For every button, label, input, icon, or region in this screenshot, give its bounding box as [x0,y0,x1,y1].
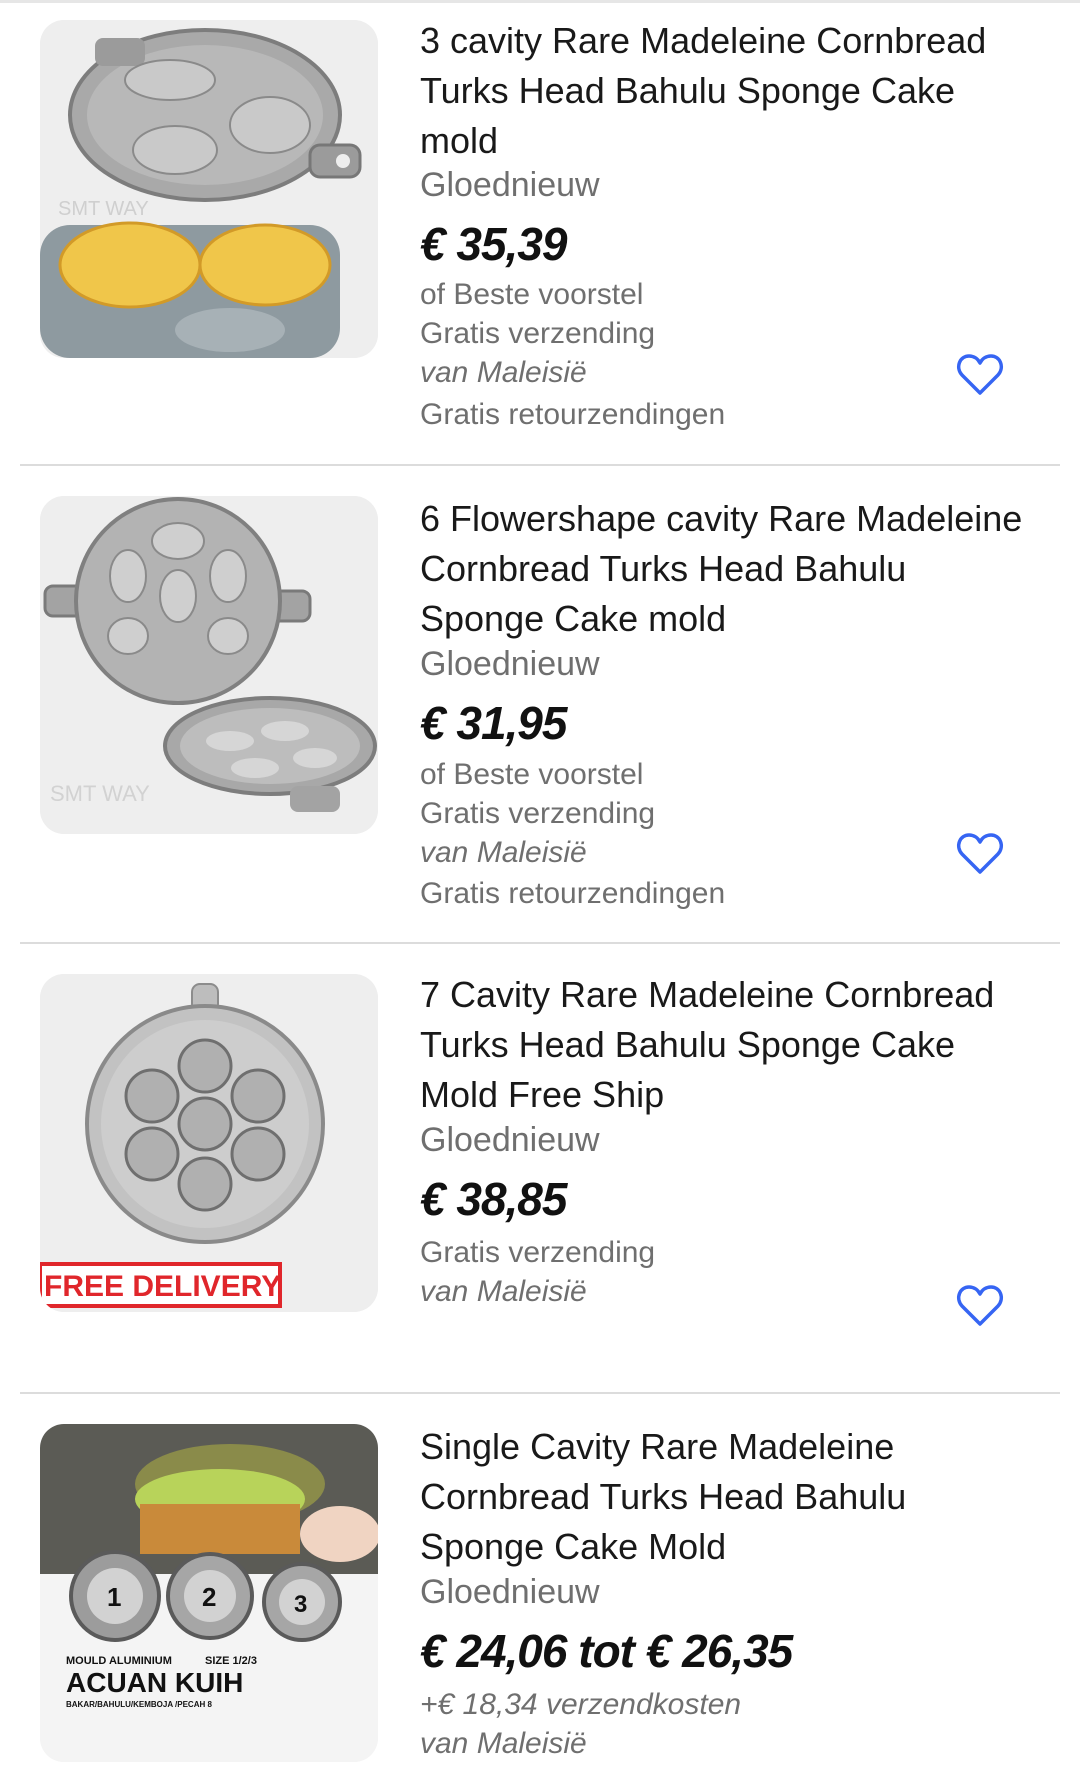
listing-price: € 31,95 [420,697,567,749]
heart-outline-icon [957,1285,1003,1326]
favorite-button[interactable] [956,1284,1004,1328]
product-image[interactable]: 1 2 3 MOULD ALUMINIUM SIZE 1/2/3 ACUAN K… [40,1424,378,1762]
heart-outline-icon [957,833,1003,874]
image-caption-sub: BAKAR/BAHULU/KEMBOJA /PECAH 8 [66,1700,212,1709]
size-number-3: 3 [294,1591,307,1618]
best-offer-label: of Beste voorstel [420,758,644,791]
listing-title[interactable]: 7 Cavity Rare Madeleine Cornbread Turks … [420,970,1030,1120]
shipping-label: Gratis verzending [420,317,656,350]
image-watermark: SMT WAY [58,198,149,220]
origin-label: van Maleisië [420,1727,587,1760]
image-watermark: SMT WAY [50,781,150,806]
shipping-label: Gratis verzending [420,797,656,830]
product-image[interactable]: SMT WAY [40,20,378,358]
listing-item[interactable]: FREE DELIVERY 7 Cavity Rare Madeleine Co… [0,944,1080,1392]
listing-item[interactable]: SMT WAY 6 Flowershape cavity Rare Madele… [0,466,1080,942]
mold-image-6-flower: SMT WAY [40,496,378,834]
origin-label: van Maleisië [420,1275,587,1308]
heart-outline-icon [957,354,1003,395]
listing-title[interactable]: 6 Flowershape cavity Rare Madeleine Corn… [420,494,1030,644]
shipping-cost-label: +€ 18,34 verzendkosten [420,1688,742,1721]
returns-label: Gratis retourzendingen [420,398,726,431]
origin-label: van Maleisië [420,356,587,389]
listing-condition: Gloednieuw [420,1573,600,1611]
image-caption-size: SIZE 1/2/3 [205,1655,257,1667]
favorite-button[interactable] [956,353,1004,397]
listing-title[interactable]: Single Cavity Rare Madeleine Cornbread T… [420,1422,1030,1572]
favorite-button[interactable] [956,832,1004,876]
free-delivery-banner: FREE DELIVERY [44,1270,281,1303]
size-number-2: 2 [202,1582,216,1612]
listing-price: € 24,06 tot € 26,35 [420,1625,793,1677]
mold-image-single-cavity: 1 2 3 MOULD ALUMINIUM SIZE 1/2/3 ACUAN K… [40,1424,378,1762]
best-offer-label: of Beste voorstel [420,278,644,311]
listing-title[interactable]: 3 cavity Rare Madeleine Cornbread Turks … [420,16,1030,166]
listing-condition: Gloednieuw [420,166,600,204]
returns-label: Gratis retourzendingen [420,877,726,910]
listing-item[interactable]: SMT WAY 3 cavity Rare Madeleine Cornbrea… [0,0,1080,464]
origin-label: van Maleisië [420,836,587,869]
product-image[interactable]: SMT WAY [40,496,378,834]
mold-image-7-cavity: FREE DELIVERY [40,974,378,1312]
listing-item[interactable]: 1 2 3 MOULD ALUMINIUM SIZE 1/2/3 ACUAN K… [0,1394,1080,1783]
size-number-1: 1 [107,1582,121,1612]
image-caption-title: ACUAN KUIH [66,1667,243,1698]
listing-condition: Gloednieuw [420,645,600,683]
shipping-label: Gratis verzending [420,1236,656,1269]
listing-condition: Gloednieuw [420,1121,600,1159]
image-caption-mould: MOULD ALUMINIUM [66,1655,172,1667]
listing-price: € 35,39 [420,218,567,270]
mold-image-3-cavity: SMT WAY [40,20,378,358]
listing-price: € 38,85 [420,1173,567,1225]
product-image[interactable]: FREE DELIVERY [40,974,378,1312]
